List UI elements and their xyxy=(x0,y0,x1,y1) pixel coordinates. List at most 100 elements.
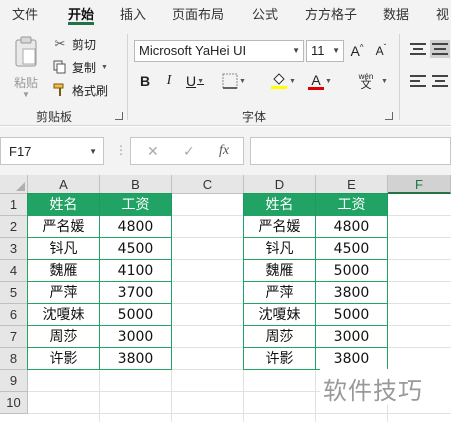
cut-button[interactable]: ✂ 剪切 xyxy=(52,34,96,54)
table-cell-name[interactable]: 魏雁 xyxy=(243,259,316,282)
font-family-select[interactable]: Microsoft YaHei UI ▼ xyxy=(134,40,304,62)
column-header-e[interactable]: E xyxy=(316,175,388,194)
table-cell-salary[interactable]: 3000 xyxy=(99,325,172,348)
table-header-salary[interactable]: 工资 xyxy=(315,193,388,216)
format-painter-button[interactable]: 格式刷 xyxy=(52,80,108,100)
paste-button[interactable]: 粘贴 ▼ xyxy=(8,34,44,99)
column-header-a[interactable]: A xyxy=(28,175,100,194)
row-header-4[interactable]: 4 xyxy=(0,260,28,282)
table-cell-name[interactable]: 许影 xyxy=(27,347,100,370)
table-header-salary[interactable]: 工资 xyxy=(99,193,172,216)
tab-file[interactable]: 文件 xyxy=(12,4,38,23)
row-header-3[interactable]: 3 xyxy=(0,238,28,260)
row-header-7[interactable]: 7 xyxy=(0,326,28,348)
table-header-name[interactable]: 姓名 xyxy=(243,193,316,216)
table-cell-salary[interactable]: 3800 xyxy=(315,281,388,304)
tab-home[interactable]: 开始 xyxy=(68,4,94,23)
font-group-label: 字体 xyxy=(242,110,267,124)
font-color-button[interactable]: A ▼ xyxy=(308,70,332,92)
column-header-c[interactable]: C xyxy=(172,175,244,194)
tab-fangfang-gezi[interactable]: 方方格子 xyxy=(305,4,357,23)
table-cell-name[interactable]: 许影 xyxy=(243,347,316,370)
format-painter-label: 格式刷 xyxy=(72,83,109,98)
row-header-10[interactable]: 10 xyxy=(0,392,28,414)
chevron-down-icon: ▼ xyxy=(332,46,340,55)
tab-view[interactable]: 视 xyxy=(436,4,449,23)
table-cell-name[interactable]: 钭凡 xyxy=(243,237,316,260)
phonetic-guide-button[interactable]: wén 文 xyxy=(354,70,378,92)
align-center-icon[interactable] xyxy=(432,74,450,88)
table-cell-name[interactable]: 严萍 xyxy=(243,281,316,304)
formula-input[interactable] xyxy=(250,137,451,165)
bold-button[interactable]: B xyxy=(138,70,152,92)
paintbrush-icon xyxy=(52,82,68,98)
row-header-6[interactable]: 6 xyxy=(0,304,28,326)
clipboard-launcher-icon[interactable] xyxy=(115,112,123,120)
table-cell-name[interactable]: 周莎 xyxy=(27,325,100,348)
table-cell-name[interactable]: 钭凡 xyxy=(27,237,100,260)
table-cell-salary[interactable]: 4800 xyxy=(99,215,172,238)
row-header-9[interactable]: 9 xyxy=(0,370,28,392)
enter-check-icon[interactable]: ✓ xyxy=(183,143,195,160)
table-cell-name[interactable]: 严名媛 xyxy=(27,215,100,238)
table-cell-salary[interactable]: 3800 xyxy=(99,347,172,370)
table-cell-name[interactable]: 严萍 xyxy=(27,281,100,304)
font-family-value: Microsoft YaHei UI xyxy=(139,43,247,58)
shrink-font-icon: A xyxy=(375,44,384,58)
bold-icon: B xyxy=(139,73,151,89)
align-left-icon[interactable] xyxy=(410,74,428,88)
copy-button[interactable]: 复制 ▼ xyxy=(52,57,108,77)
chevron-down-icon[interactable]: ▼ xyxy=(381,78,388,85)
table-cell-salary[interactable]: 3000 xyxy=(315,325,388,348)
font-launcher-icon[interactable] xyxy=(385,112,393,120)
table-cell-salary[interactable]: 4800 xyxy=(315,215,388,238)
column-header-f[interactable]: F xyxy=(388,175,451,194)
paint-bucket-icon xyxy=(271,73,288,89)
table-cell-salary[interactable]: 5000 xyxy=(99,303,172,326)
formula-bar: F17 ▼ ⋮ ✕ ✓ fx xyxy=(0,127,451,175)
chevron-down-icon[interactable]: ▼ xyxy=(101,64,108,71)
align-top-icon[interactable] xyxy=(410,42,428,56)
insert-function-icon[interactable]: fx xyxy=(219,143,229,159)
borders-button[interactable]: ▼ xyxy=(216,70,252,92)
table-cell-salary[interactable]: 4500 xyxy=(99,237,172,260)
row-header-1[interactable]: 1 xyxy=(0,194,28,216)
tab-formulas[interactable]: 公式 xyxy=(252,4,278,23)
increase-font-size-button[interactable]: A ^ xyxy=(348,40,366,62)
fill-color-button[interactable]: ▼ xyxy=(270,70,296,92)
tab-insert[interactable]: 插入 xyxy=(120,4,146,23)
underline-button[interactable]: U ▼ xyxy=(184,70,206,92)
row-header-2[interactable]: 2 xyxy=(0,216,28,238)
column-header-d[interactable]: D xyxy=(244,175,316,194)
table-cell-salary[interactable]: 3800 xyxy=(315,347,388,370)
decrease-font-size-button[interactable]: Aˇ xyxy=(372,40,390,62)
splitter-handle-icon[interactable]: ⋮ xyxy=(115,143,127,157)
row-header-5[interactable]: 5 xyxy=(0,282,28,304)
table-cell-name[interactable]: 沈嗄妹 xyxy=(243,303,316,326)
table-cell-name[interactable]: 魏雁 xyxy=(27,259,100,282)
worksheet-grid[interactable]: A B C D E F 1 2 3 4 5 6 7 8 9 10 姓名 工资 严名媛 4800 钭凡 4500 魏雁 4100… xyxy=(0,175,451,422)
select-all-button[interactable] xyxy=(0,175,28,194)
tab-data[interactable]: 数据 xyxy=(383,4,409,23)
phonetic-icon: 文 xyxy=(360,79,372,91)
align-middle-icon[interactable] xyxy=(430,40,450,58)
name-box[interactable]: F17 ▼ xyxy=(0,137,104,165)
tab-page-layout[interactable]: 页面布局 xyxy=(172,4,224,23)
cancel-icon[interactable]: ✕ xyxy=(147,143,159,160)
row-header-8[interactable]: 8 xyxy=(0,348,28,370)
italic-icon: I xyxy=(166,73,172,88)
table-cell-salary[interactable]: 5000 xyxy=(315,259,388,282)
table-cell-name[interactable]: 沈嗄妹 xyxy=(27,303,100,326)
italic-button[interactable]: I xyxy=(162,70,176,92)
table-cell-salary[interactable]: 3700 xyxy=(99,281,172,304)
font-color-icon: A xyxy=(311,72,321,88)
font-size-select[interactable]: 11 ▼ xyxy=(306,40,344,62)
table-cell-name[interactable]: 严名媛 xyxy=(243,215,316,238)
table-cell-name[interactable]: 周莎 xyxy=(243,325,316,348)
table-cell-salary[interactable]: 4100 xyxy=(99,259,172,282)
chevron-down-icon: ▼ xyxy=(22,90,30,99)
table-cell-salary[interactable]: 5000 xyxy=(315,303,388,326)
table-header-name[interactable]: 姓名 xyxy=(27,193,100,216)
table-cell-salary[interactable]: 4500 xyxy=(315,237,388,260)
column-header-b[interactable]: B xyxy=(100,175,172,194)
